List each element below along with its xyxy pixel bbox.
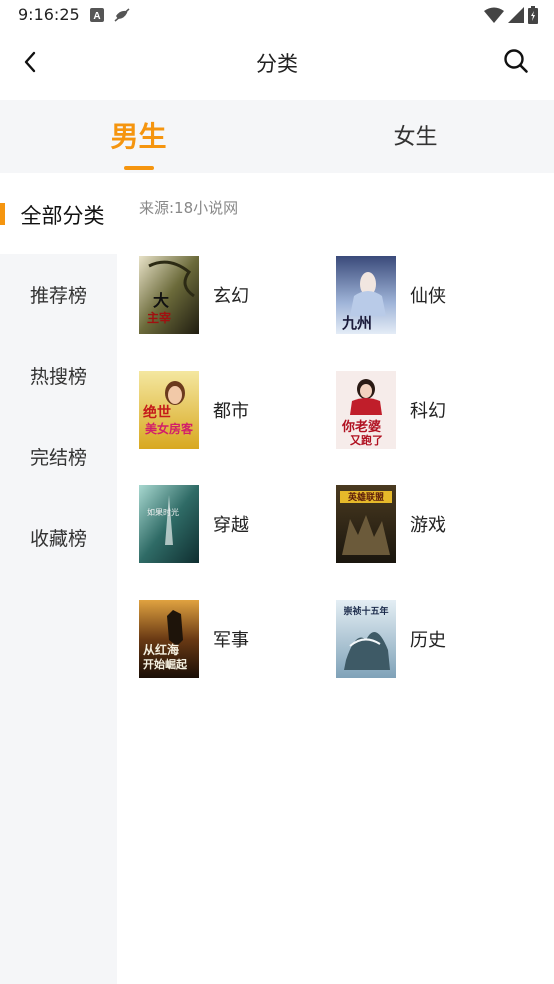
category-youxi[interactable]: 英雄联盟 游戏 — [336, 485, 526, 565]
category-name: 军事 — [213, 630, 249, 651]
svg-text:开始崛起: 开始崛起 — [143, 657, 188, 671]
category-kehuan[interactable]: 你老婆 又跑了 科幻 — [336, 371, 526, 451]
sidebar-item-label: 收藏榜 — [29, 528, 87, 550]
status-bar: 9:16:25 A — [0, 0, 554, 30]
book-cover-image: 如果时光 — [139, 485, 199, 563]
svg-text:A: A — [93, 11, 100, 22]
sidebar-item-label: 推荐榜 — [29, 285, 87, 307]
svg-text:你老婆: 你老婆 — [341, 419, 381, 435]
svg-text:九州: 九州 — [341, 314, 372, 332]
app-a-icon: A — [90, 7, 104, 26]
category-chuanyue[interactable]: 如果时光 穿越 — [139, 485, 329, 565]
sidebar-item-label: 热搜榜 — [29, 366, 87, 388]
page-title: 分类 — [256, 52, 298, 76]
sidebar-item-completed[interactable]: 完结榜 — [0, 416, 117, 497]
category-name: 历史 — [410, 630, 446, 651]
source-label: 来源:18小说网 — [139, 199, 239, 217]
svg-text:大: 大 — [153, 291, 169, 310]
battery-icon — [528, 6, 538, 28]
category-xuanhuan[interactable]: 大 主宰 玄幻 — [139, 256, 329, 336]
tab-female[interactable]: 女生 — [277, 100, 554, 173]
top-bar: 分类 — [0, 30, 554, 100]
tab-female-label: 女生 — [393, 125, 438, 150]
sidebar-active-bar — [0, 203, 5, 225]
sidebar-item-hot-search[interactable]: 热搜榜 — [0, 335, 117, 416]
category-name: 科幻 — [410, 401, 446, 422]
svg-text:英雄联盟: 英雄联盟 — [347, 491, 384, 503]
book-cover-image: 从红海 开始崛起 — [139, 600, 199, 678]
category-xianxia[interactable]: 九州 仙侠 — [336, 256, 526, 336]
no-signal-bird-icon — [114, 7, 130, 26]
sidebar-item-favorites[interactable]: 收藏榜 — [0, 497, 117, 578]
svg-text:崇祯十五年: 崇祯十五年 — [343, 605, 388, 617]
search-button[interactable] — [500, 47, 532, 79]
status-right-icons — [484, 6, 538, 28]
category-dushi[interactable]: 绝世 美女房客 都市 — [139, 371, 329, 451]
svg-text:主宰: 主宰 — [147, 310, 171, 325]
status-time: 9:16:25 — [18, 5, 80, 24]
book-cover-image: 你老婆 又跑了 — [336, 371, 396, 449]
tab-male-label: 男生 — [110, 120, 167, 153]
book-cover-image: 崇祯十五年 — [336, 600, 396, 678]
book-cover-image: 大 主宰 — [139, 256, 199, 334]
category-name: 都市 — [213, 401, 249, 422]
svg-text:从红海: 从红海 — [143, 642, 179, 657]
category-junshi[interactable]: 从红海 开始崛起 军事 — [139, 600, 329, 680]
category-lishi[interactable]: 崇祯十五年 历史 — [336, 600, 526, 680]
svg-text:如果时光: 如果时光 — [147, 507, 179, 517]
wifi-icon — [484, 7, 504, 27]
cell-signal-icon — [508, 7, 524, 27]
book-cover-image: 英雄联盟 — [336, 485, 396, 563]
sidebar-item-recommended[interactable]: 推荐榜 — [0, 254, 117, 335]
sidebar-item-label: 完结榜 — [29, 447, 87, 469]
sidebar: 全部分类 推荐榜 热搜榜 完结榜 收藏榜 — [0, 173, 117, 984]
book-cover-image: 九州 — [336, 256, 396, 334]
category-name: 游戏 — [410, 515, 446, 536]
category-name: 仙侠 — [410, 286, 446, 307]
book-cover-image: 绝世 美女房客 — [139, 371, 199, 449]
tab-active-indicator — [124, 166, 154, 170]
svg-text:又跑了: 又跑了 — [349, 433, 383, 447]
svg-text:美女房客: 美女房客 — [145, 421, 194, 436]
sidebar-item-label: 全部分类 — [20, 204, 105, 228]
status-left-icons: A — [90, 7, 130, 26]
category-content: 来源:18小说网 大 主宰 玄幻 九州 仙侠 绝世 美女房客 都市 你老婆 又跑… — [117, 173, 554, 984]
category-name: 玄幻 — [213, 286, 249, 307]
svg-text:绝世: 绝世 — [143, 404, 171, 421]
search-icon — [503, 48, 529, 78]
gender-tabs: 男生 女生 — [0, 100, 554, 173]
category-name: 穿越 — [213, 515, 249, 536]
sidebar-item-all-categories[interactable]: 全部分类 — [0, 173, 117, 254]
tab-male[interactable]: 男生 — [0, 100, 277, 173]
